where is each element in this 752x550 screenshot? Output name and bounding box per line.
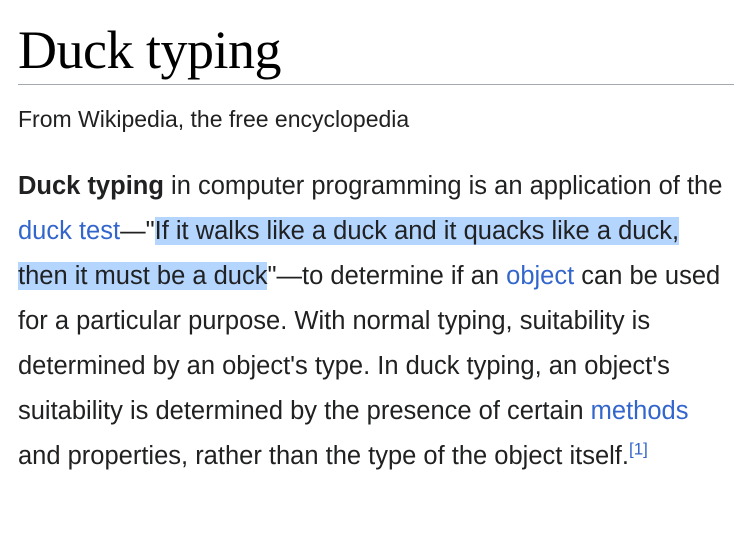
methods-link[interactable]: methods	[591, 397, 689, 425]
duck-test-link[interactable]: duck test	[18, 217, 120, 245]
dash-close: "—to determine if an	[267, 262, 507, 290]
object-link[interactable]: object	[506, 262, 574, 290]
page-title: Duck typing	[18, 0, 734, 85]
article-lead-paragraph: Duck typing in computer programming is a…	[18, 164, 734, 479]
bold-term: Duck typing	[18, 172, 164, 200]
text-segment-1: in computer programming is an applicatio…	[163, 172, 723, 200]
article-page: Duck typing From Wikipedia, the free enc…	[0, 0, 752, 550]
dash-open: —"	[120, 217, 155, 245]
site-tagline: From Wikipedia, the free encyclopedia	[18, 106, 410, 132]
text-segment-3: and properties, rather than the type of …	[18, 442, 629, 470]
reference-link[interactable]: [1]	[629, 440, 648, 459]
